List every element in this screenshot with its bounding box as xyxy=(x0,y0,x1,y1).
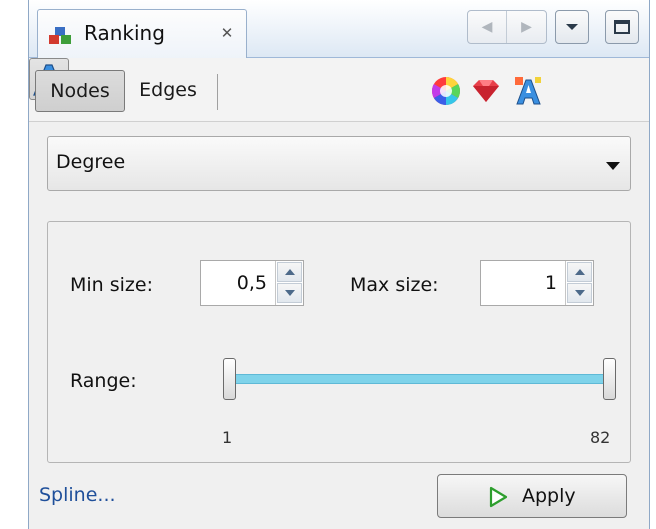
apply-button[interactable]: Apply xyxy=(437,474,627,518)
color-wheel-icon[interactable] xyxy=(429,74,463,108)
decrement-icon[interactable] xyxy=(277,283,302,303)
range-slider-track[interactable] xyxy=(228,374,610,384)
spline-link[interactable]: Spline... xyxy=(39,484,116,506)
scroll-left-icon[interactable]: ◀ xyxy=(468,11,507,43)
tab-title: Ranking xyxy=(84,21,165,45)
increment-icon[interactable] xyxy=(567,262,592,282)
range-min-handle[interactable] xyxy=(223,358,236,400)
min-size-value: 0,5 xyxy=(236,272,267,294)
max-size-stepper xyxy=(565,261,593,305)
range-min-value: 1 xyxy=(222,428,233,447)
apply-label: Apply xyxy=(522,485,576,507)
range-max-value: 82 xyxy=(590,428,611,447)
range-label: Range: xyxy=(70,370,137,392)
maximize-icon xyxy=(614,20,630,34)
ranking-window: Ranking ✕ ◀ ▶ Nodes Edges Degree Min siz… xyxy=(28,0,650,529)
ranking-attribute-value: Degree xyxy=(56,151,126,173)
max-size-spinner[interactable]: 1 xyxy=(480,260,594,306)
size-settings-panel: Min size: 0,5 Max size: 1 Range: 1 82 xyxy=(47,221,631,463)
tab-ranking[interactable]: Ranking ✕ xyxy=(37,9,247,59)
label-color-icon[interactable] xyxy=(511,74,545,108)
range-max-handle[interactable] xyxy=(603,358,616,400)
decrement-icon[interactable] xyxy=(567,283,592,303)
min-size-stepper xyxy=(275,261,303,305)
min-size-spinner[interactable]: 0,5 xyxy=(200,260,304,306)
tab-edges[interactable]: Edges xyxy=(127,70,209,112)
max-size-label: Max size: xyxy=(350,274,439,296)
scroll-right-icon[interactable]: ▶ xyxy=(507,11,546,43)
toolbar-divider xyxy=(217,74,218,110)
ranking-attribute-select[interactable]: Degree xyxy=(47,136,631,191)
window-menu-button[interactable] xyxy=(555,10,589,44)
dropdown-arrow-icon xyxy=(606,162,620,170)
ranking-toolbar: Nodes Edges xyxy=(29,58,649,122)
size-gem-icon[interactable] xyxy=(469,74,503,108)
ranking-icon xyxy=(49,27,71,44)
min-size-label: Min size: xyxy=(70,274,153,296)
tab-strip: Ranking ✕ ◀ ▶ xyxy=(29,0,649,59)
tab-nodes[interactable]: Nodes xyxy=(35,70,125,112)
maximize-button[interactable] xyxy=(605,10,639,44)
play-icon xyxy=(489,486,508,508)
tab-navigation: ◀ ▶ xyxy=(467,10,547,44)
close-tab-icon[interactable]: ✕ xyxy=(218,24,236,42)
max-size-value: 1 xyxy=(544,272,557,294)
increment-icon[interactable] xyxy=(277,262,302,282)
chevron-down-icon xyxy=(566,24,578,30)
